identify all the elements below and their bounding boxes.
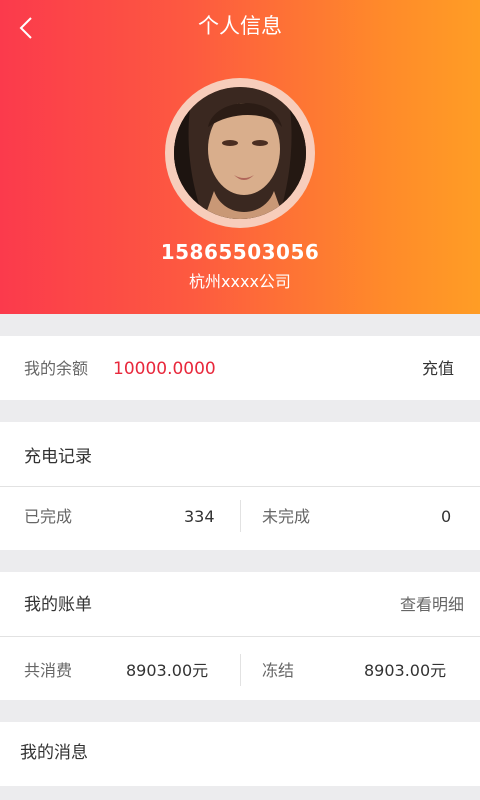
pending-value: 0 [441, 507, 452, 526]
user-phone: 15865503056 [160, 240, 320, 264]
divider-vertical [240, 500, 241, 532]
completed-value: 334 [184, 507, 215, 526]
bill-card: 我的账单 查看明细 共消费 8903.00元 冻结 8903.00元 [0, 572, 480, 700]
frozen-label: 冻结 [262, 661, 295, 680]
total-consumption-label: 共消费 [24, 661, 73, 680]
pending-label[interactable]: 未完成 [262, 506, 310, 528]
page-title: 个人信息 [198, 14, 282, 38]
balance-card: 我的余额 10000.0000 充值 [0, 336, 480, 400]
avatar[interactable] [165, 78, 315, 228]
balance-label: 我的余额 [24, 359, 89, 378]
messages-card[interactable]: 我的消息 [0, 722, 480, 786]
user-company: 杭州xxxx公司 [189, 272, 291, 291]
avatar-image [174, 87, 306, 219]
messages-title[interactable]: 我的消息 [20, 742, 88, 764]
balance-amount: 10000.0000 [113, 359, 216, 379]
total-consumption-value: 8903.00元 [126, 661, 209, 680]
charge-records-card: 充电记录 已完成 334 未完成 0 [0, 422, 480, 550]
bill-title: 我的账单 [24, 595, 92, 615]
frozen-value: 8903.00元 [364, 661, 447, 680]
charge-records-title[interactable]: 充电记录 [24, 446, 92, 468]
profile-header: 个人信息 15865503056 杭州xxxx公司 [0, 0, 480, 314]
divider [0, 636, 480, 637]
recharge-button[interactable]: 充值 [422, 358, 454, 380]
divider-vertical [240, 654, 241, 686]
divider [0, 486, 480, 487]
bill-detail-link[interactable]: 查看明细 [400, 594, 464, 616]
completed-label[interactable]: 已完成 [24, 506, 72, 528]
